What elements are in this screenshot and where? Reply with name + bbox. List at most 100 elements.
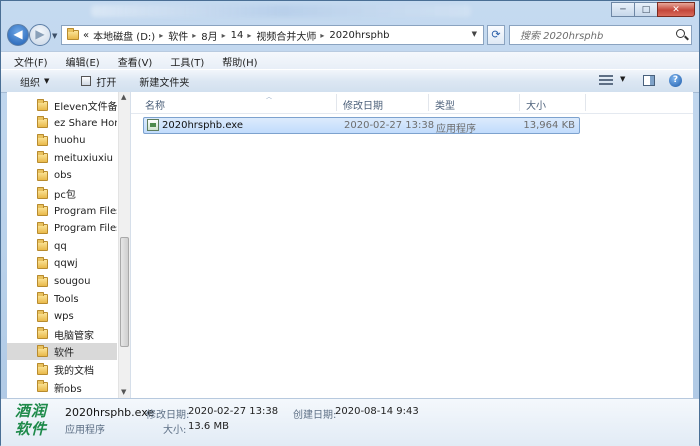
sidebar-item[interactable]: qqwj: [7, 255, 117, 272]
address-bar[interactable]: « 本地磁盘 (D:) ▸ 软件 ▸ 8月 ▸ 14 ▸ 视频合并大师 ▸ 2020hrs…: [61, 25, 484, 45]
sidebar-item-label: 电脑管家: [54, 330, 94, 342]
sidebar-item[interactable]: 我的文档: [7, 361, 117, 378]
breadcrumb-separator[interactable]: ▸: [159, 31, 163, 40]
sidebar-item-label: ez Share Home: [54, 117, 117, 129]
arrow-left-icon: ◀: [13, 27, 23, 41]
breadcrumb-separator[interactable]: ▸: [247, 31, 251, 40]
breadcrumb-separator[interactable]: ▸: [192, 31, 196, 40]
sidebar-item-label: pc包: [54, 190, 76, 201]
sidebar-item[interactable]: 电脑管家: [7, 326, 117, 343]
sidebar-item[interactable]: Program Files: [7, 220, 117, 237]
recent-pages-dropdown[interactable]: ▼: [52, 32, 57, 40]
breadcrumb-separator[interactable]: ▸: [320, 31, 324, 40]
minimize-button[interactable]: ─: [611, 2, 635, 17]
menu-file[interactable]: 文件(F): [1, 54, 55, 69]
scroll-down-arrow[interactable]: ▼: [121, 388, 126, 396]
breadcrumb-drive[interactable]: 本地磁盘 (D:): [93, 28, 155, 43]
sidebar-item-label: Tools: [54, 293, 79, 305]
refresh-icon: ⟳: [491, 28, 501, 41]
sidebar-item[interactable]: 软件: [7, 343, 117, 361]
column-divider[interactable]: [428, 94, 429, 111]
forward-button[interactable]: ▶: [29, 24, 51, 46]
file-type: 应用程序: [436, 124, 476, 135]
scrollbar-thumb[interactable]: [120, 237, 129, 347]
close-button[interactable]: ✕: [657, 2, 695, 17]
address-dropdown[interactable]: ▼: [472, 30, 477, 38]
search-icon[interactable]: [676, 29, 685, 38]
file-name: 2020hrsphb.exe: [162, 120, 244, 131]
folder-icon: [37, 274, 48, 287]
sidebar-item[interactable]: ez Share Home: [7, 115, 117, 132]
title-bar[interactable]: ─ □ ✕: [1, 1, 699, 21]
organize-button[interactable]: 组织 ▼: [1, 74, 57, 89]
folder-icon: [37, 221, 48, 234]
sort-indicator-icon: ︿: [266, 94, 273, 101]
sidebar-item[interactable]: sougou: [7, 273, 117, 290]
sidebar-item-label: sougou: [54, 276, 91, 287]
menu-bar: 文件(F) 编辑(E) 查看(V) 工具(T) 帮助(H): [1, 51, 699, 70]
maximize-button[interactable]: □: [634, 2, 658, 17]
app-logo: 酒润软件: [15, 402, 48, 438]
details-pane: 酒润软件 2020hrsphb.exe 应用程序 修改日期: 2020-02-2…: [1, 398, 699, 446]
column-size[interactable]: 大小: [526, 97, 546, 112]
details-created-label: 创建日期:: [293, 410, 337, 421]
refresh-button[interactable]: ⟳: [487, 25, 505, 45]
details-created-value: 2020-08-14 9:43: [335, 406, 419, 417]
folder-icon: [37, 186, 48, 199]
folder-icon: [37, 116, 48, 129]
sidebar-item[interactable]: meituxiuxiu: [7, 150, 117, 167]
breadcrumb-video-merge[interactable]: 视频合并大师: [256, 28, 316, 43]
column-type[interactable]: 类型: [435, 97, 455, 112]
breadcrumb-14[interactable]: 14: [231, 30, 244, 41]
sidebar-item-label: Program Files: [54, 205, 117, 217]
open-icon: [81, 76, 92, 86]
menu-edit[interactable]: 编辑(E): [55, 54, 107, 69]
sidebar-item[interactable]: Program Files: [7, 203, 117, 220]
breadcrumb-august[interactable]: 8月: [201, 28, 217, 43]
column-name[interactable]: 名称: [145, 97, 165, 112]
column-divider[interactable]: [519, 94, 520, 111]
new-folder-button[interactable]: 新建文件夹: [131, 74, 197, 89]
search-input[interactable]: [518, 27, 672, 45]
open-button[interactable]: 打开: [73, 74, 124, 89]
breadcrumb-software[interactable]: 软件: [168, 28, 188, 43]
sidebar-item[interactable]: pc包: [7, 185, 117, 202]
scroll-up-arrow[interactable]: ▲: [121, 93, 126, 101]
details-file-type: 应用程序: [65, 425, 105, 436]
menu-view[interactable]: 查看(V): [107, 54, 160, 69]
help-icon[interactable]: ?: [669, 74, 682, 87]
sidebar-item[interactable]: qq: [7, 238, 117, 255]
file-row[interactable]: 2020hrsphb.exe 2020-02-27 13:38 应用程序 13,…: [143, 117, 580, 135]
open-label: 打开: [96, 77, 117, 89]
menu-tools[interactable]: 工具(T): [159, 54, 211, 69]
sidebar-item[interactable]: wps: [7, 308, 117, 325]
sidebar-item-label: Program Files: [54, 223, 117, 235]
arrow-right-icon: ▶: [35, 27, 45, 41]
view-dropdown[interactable]: ▼: [620, 75, 625, 83]
sidebar-item[interactable]: Tools: [7, 291, 117, 308]
menu-help[interactable]: 帮助(H): [211, 54, 264, 69]
sidebar-item[interactable]: 新obs: [7, 379, 117, 396]
sidebar-item[interactable]: huohu: [7, 132, 117, 149]
search-box[interactable]: [509, 25, 692, 45]
sidebar-item-label: 新obs: [54, 383, 82, 395]
sidebar-item[interactable]: Eleven文件备份: [7, 97, 117, 114]
breadcrumb-separator[interactable]: ▸: [222, 31, 226, 40]
breadcrumb-current[interactable]: 2020hrsphb: [329, 30, 389, 41]
column-divider[interactable]: [336, 94, 337, 111]
window-controls: ─ □ ✕: [611, 2, 695, 17]
details-size-value: 13.6 MB: [188, 421, 229, 432]
preview-pane-icon[interactable]: [643, 75, 655, 86]
column-date[interactable]: 修改日期: [343, 97, 383, 112]
folder-icon: [37, 98, 48, 111]
breadcrumb-overflow[interactable]: «: [83, 30, 89, 41]
view-options-icon[interactable]: [599, 75, 613, 85]
sidebar-scrollbar[interactable]: ▲ ▼: [118, 92, 130, 398]
sidebar-item[interactable]: obs: [7, 167, 117, 184]
back-button[interactable]: ◀: [7, 24, 29, 46]
sidebar-item-label: qq: [54, 240, 67, 252]
sidebar-item-label: qqwj: [54, 258, 78, 270]
folder-icon: [37, 292, 48, 305]
column-divider[interactable]: [585, 94, 586, 111]
folder-icon: [37, 151, 48, 164]
